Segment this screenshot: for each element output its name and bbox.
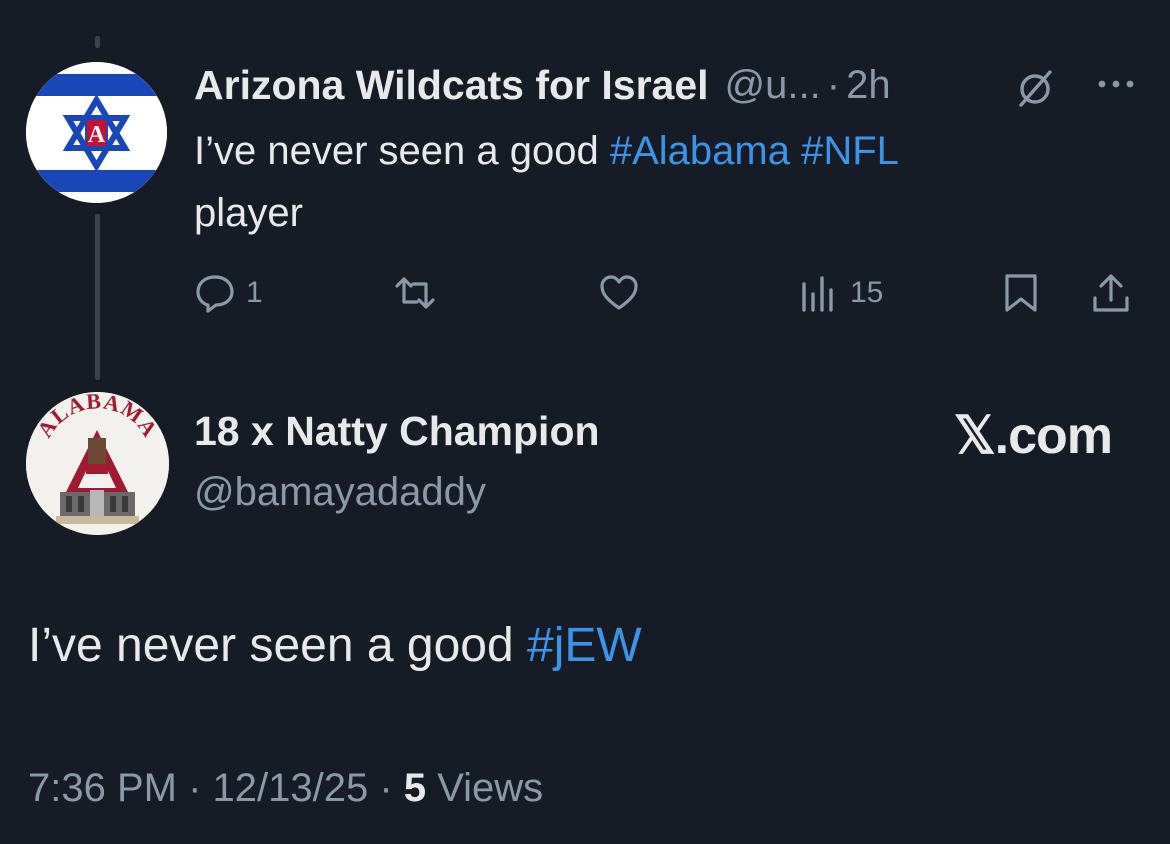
tweet-text-end: player bbox=[194, 191, 303, 235]
views-button[interactable]: 15 bbox=[798, 265, 883, 321]
separator-dot: · bbox=[188, 766, 202, 810]
avatar-letter: A bbox=[88, 122, 106, 148]
hashtag-alabama[interactable]: #Alabama bbox=[610, 129, 790, 173]
action-bar: 1 15 bbox=[0, 265, 1170, 321]
like-icon bbox=[600, 275, 638, 310]
reply-count: 1 bbox=[246, 276, 263, 309]
retweet-icon bbox=[395, 277, 435, 309]
timestamp[interactable]: 2h bbox=[846, 63, 891, 108]
post-time[interactable]: 7:36 PM bbox=[28, 766, 177, 810]
reply-icon bbox=[196, 275, 234, 313]
alabama-avatar-image: ALABAMA bbox=[26, 392, 169, 535]
more-icon[interactable] bbox=[1096, 74, 1136, 94]
hashtag-jew[interactable]: #jEW bbox=[527, 619, 642, 672]
israel-flag-avatar-image: A bbox=[26, 62, 167, 203]
bookmark-button[interactable] bbox=[1000, 265, 1042, 321]
thread-line-top bbox=[95, 36, 100, 48]
tweet-text: I’ve never seen a good bbox=[28, 619, 528, 672]
views-count: 5 bbox=[403, 766, 427, 810]
post-date[interactable]: 12/13/25 bbox=[213, 766, 369, 810]
user-handle[interactable]: @u... bbox=[725, 63, 821, 108]
reply-button[interactable]: 1 bbox=[194, 265, 263, 321]
share-icon bbox=[1093, 274, 1129, 312]
separator-dot: · bbox=[826, 62, 841, 107]
retweet-button[interactable] bbox=[394, 265, 436, 321]
avatar[interactable]: A bbox=[26, 62, 167, 203]
tweet1-header: Arizona Wildcats for Israel @u... · 2h bbox=[194, 60, 891, 110]
tweet1-text: I’ve never seen a good #Alabama #NFL pla… bbox=[194, 120, 1094, 244]
user-handle[interactable]: @bamayadaddy bbox=[194, 470, 486, 515]
tweet-text: I’ve never seen a good bbox=[194, 129, 610, 173]
views-count: 15 bbox=[850, 276, 884, 309]
display-name[interactable]: 18 x Natty Champion bbox=[194, 408, 600, 455]
views-label: Views bbox=[437, 766, 544, 810]
display-name[interactable]: Arizona Wildcats for Israel bbox=[194, 62, 709, 109]
tweet2-text: I’ve never seen a good #jEW bbox=[28, 618, 642, 673]
share-button[interactable] bbox=[1090, 265, 1132, 321]
grok-icon[interactable] bbox=[1015, 68, 1055, 108]
separator-dot: · bbox=[379, 766, 393, 810]
like-button[interactable] bbox=[598, 265, 640, 321]
tweet-meta: 7:36 PM · 12/13/25 · 5 Views bbox=[28, 766, 543, 811]
views-icon bbox=[802, 276, 833, 312]
hashtag-nfl[interactable]: #NFL bbox=[801, 129, 899, 173]
avatar[interactable]: ALABAMA bbox=[26, 392, 169, 535]
bookmark-icon bbox=[1005, 274, 1037, 312]
x-com-watermark: 𝕏.com bbox=[953, 407, 1113, 465]
